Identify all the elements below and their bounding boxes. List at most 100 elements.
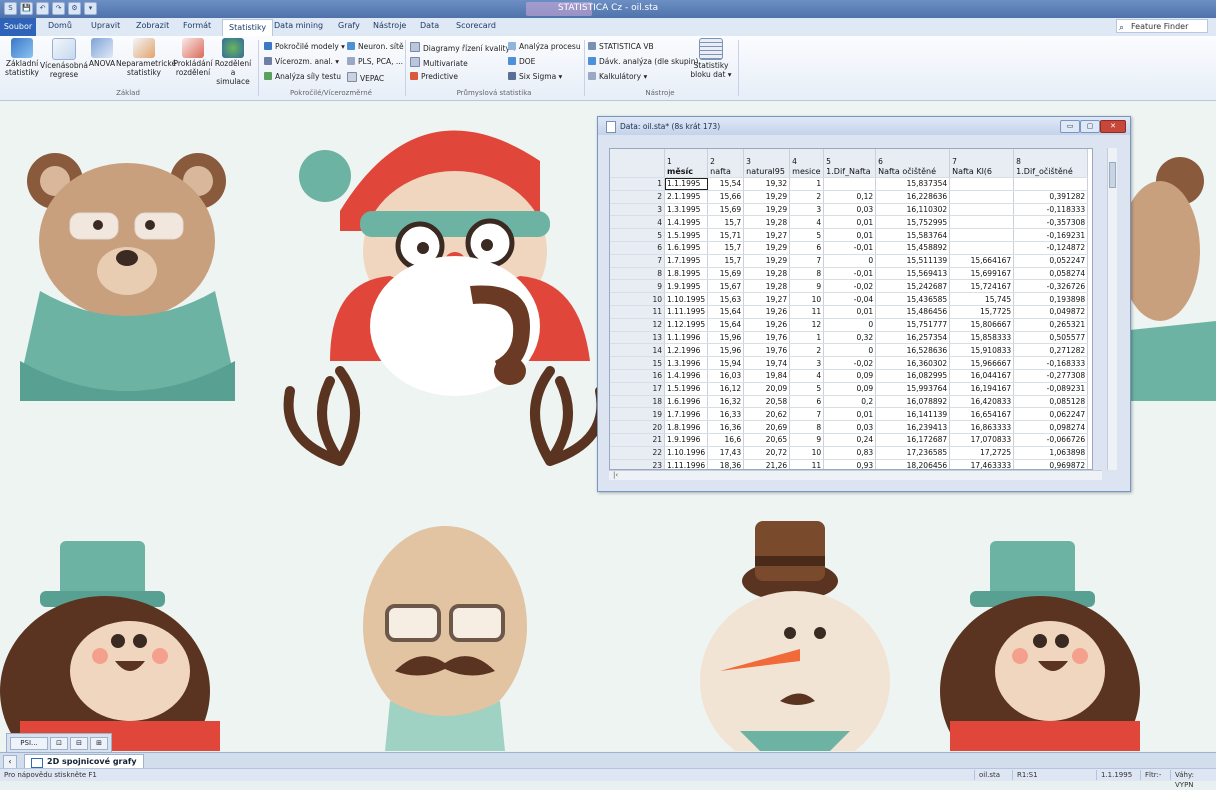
- table-cell[interactable]: 17,463333: [949, 459, 1015, 469]
- row-header[interactable]: 12: [610, 318, 665, 332]
- vertical-scroll-thumb[interactable]: [1109, 162, 1116, 188]
- table-cell[interactable]: 16,33: [707, 407, 745, 422]
- table-cell[interactable]: 0,085128: [1013, 395, 1089, 409]
- row-header[interactable]: 18: [610, 395, 665, 409]
- table-cell[interactable]: 17,070833: [949, 433, 1015, 447]
- row-header[interactable]: 15: [610, 356, 665, 370]
- table-cell[interactable]: 15,96: [707, 343, 745, 358]
- table-cell[interactable]: 0,09: [823, 382, 877, 396]
- table-cell[interactable]: 0,03: [823, 420, 877, 434]
- row-header[interactable]: 19: [610, 407, 665, 422]
- statistica-vb-button[interactable]: STATISTICA VB: [588, 42, 654, 52]
- table-cell[interactable]: 15,242687: [875, 279, 951, 294]
- tab-data-mining[interactable]: Data mining: [274, 21, 323, 30]
- table-cell[interactable]: 5: [789, 382, 825, 396]
- table-cell[interactable]: 10: [789, 446, 825, 460]
- table-cell[interactable]: 19,26: [743, 305, 791, 319]
- table-cell[interactable]: 16,528636: [875, 343, 951, 358]
- table-cell[interactable]: 0,01: [823, 305, 877, 319]
- table-cell[interactable]: -0,089231: [1013, 382, 1089, 396]
- tab-domu[interactable]: Domů: [48, 21, 72, 30]
- process-analysis-button[interactable]: Analýza procesu: [508, 42, 581, 52]
- tab-scorecard[interactable]: Scorecard: [456, 21, 496, 30]
- table-cell[interactable]: 1.4.1996: [664, 369, 709, 383]
- table-cell[interactable]: 8: [789, 267, 825, 281]
- table-cell[interactable]: 1.2.1996: [664, 343, 709, 358]
- tab-soubor[interactable]: Soubor: [0, 18, 36, 36]
- table-cell[interactable]: 1: [789, 177, 825, 191]
- table-cell[interactable]: 20,09: [743, 382, 791, 396]
- table-cell[interactable]: 15,751777: [875, 318, 951, 332]
- multiple-regression-button[interactable]: Vícenásobná regrese: [40, 38, 88, 79]
- table-cell[interactable]: -0,02: [823, 279, 877, 294]
- tab-zobrazit[interactable]: Zobrazit: [136, 21, 169, 30]
- table-cell[interactable]: 1.8.1995: [664, 267, 709, 281]
- table-cell[interactable]: 19,74: [743, 356, 791, 370]
- minimize-button[interactable]: ▭: [1060, 120, 1080, 133]
- row-header[interactable]: 14: [610, 343, 665, 358]
- table-cell[interactable]: 19,28: [743, 215, 791, 230]
- table-cell[interactable]: 15,724167: [949, 279, 1015, 294]
- table-cell[interactable]: 15,569413: [875, 267, 951, 281]
- table-cell[interactable]: 16,36: [707, 420, 745, 434]
- table-cell[interactable]: 15,94: [707, 356, 745, 370]
- table-cell[interactable]: 0,24: [823, 433, 877, 447]
- table-cell[interactable]: 16,12: [707, 382, 745, 396]
- table-cell[interactable]: [949, 215, 1015, 230]
- table-cell[interactable]: 19,29: [743, 190, 791, 204]
- table-cell[interactable]: 16,082995: [875, 369, 951, 383]
- table-cell[interactable]: 0,01: [823, 407, 877, 422]
- table-cell[interactable]: 7: [789, 407, 825, 422]
- table-cell[interactable]: [949, 190, 1015, 204]
- table-cell[interactable]: 15,966667: [949, 356, 1015, 370]
- table-cell[interactable]: 0,83: [823, 446, 877, 460]
- table-cell[interactable]: 0,03: [823, 203, 877, 217]
- table-cell[interactable]: -0,168333: [1013, 356, 1089, 370]
- table-cell[interactable]: 1.5.1996: [664, 382, 709, 396]
- basic-statistics-button[interactable]: Základní statistiky: [2, 38, 42, 77]
- doe-button[interactable]: DOE: [508, 57, 535, 67]
- row-header[interactable]: 17: [610, 382, 665, 396]
- block-statistics-button[interactable]: Statistiky bloku dat ▾: [688, 38, 734, 79]
- batch-analysis-button[interactable]: Dávk. analýza (dle skupin): [588, 57, 698, 67]
- table-cell[interactable]: 15,664167: [949, 254, 1015, 268]
- table-cell[interactable]: 16,110302: [875, 203, 951, 217]
- table-cell[interactable]: 16,172687: [875, 433, 951, 447]
- table-cell[interactable]: 16,654167: [949, 407, 1015, 422]
- table-cell[interactable]: 15,458892: [875, 241, 951, 255]
- table-cell[interactable]: 0: [823, 254, 877, 268]
- row-header[interactable]: 5: [610, 228, 665, 242]
- power-analysis-button[interactable]: Analýza síly testu: [264, 72, 341, 82]
- table-cell[interactable]: 21,26: [743, 459, 791, 469]
- table-cell[interactable]: 19,28: [743, 279, 791, 294]
- row-header[interactable]: 11: [610, 305, 665, 319]
- table-cell[interactable]: 15,511139: [875, 254, 951, 268]
- column-header[interactable]: 3 natural95: [743, 149, 791, 178]
- table-cell[interactable]: 2: [789, 343, 825, 358]
- column-header[interactable]: 6 Nafta očištěné: [875, 149, 951, 178]
- column-header[interactable]: 8 1.Dif_očištěné: [1013, 149, 1089, 178]
- table-cell[interactable]: 19,29: [743, 254, 791, 268]
- table-cell[interactable]: 16,194167: [949, 382, 1015, 396]
- table-cell[interactable]: 1.7.1996: [664, 407, 709, 422]
- maximize-button[interactable]: ▢: [1080, 120, 1100, 133]
- table-cell[interactable]: 9: [789, 433, 825, 447]
- tab-nastroje[interactable]: Nástroje: [373, 21, 406, 30]
- row-header[interactable]: 16: [610, 369, 665, 383]
- quality-control-charts-menu[interactable]: Diagramy řízení kvality ▾: [410, 42, 516, 54]
- table-cell[interactable]: 19,76: [743, 343, 791, 358]
- minimize-icon[interactable]: ⊟: [70, 737, 88, 750]
- table-cell[interactable]: 3: [789, 203, 825, 217]
- vertical-scrollbar[interactable]: [1107, 148, 1117, 470]
- table-cell[interactable]: 8: [789, 420, 825, 434]
- row-header[interactable]: 21: [610, 433, 665, 447]
- table-cell[interactable]: 15,699167: [949, 267, 1015, 281]
- table-cell[interactable]: 0,505577: [1013, 331, 1089, 345]
- table-cell[interactable]: 10: [789, 292, 825, 306]
- tab-grafy[interactable]: Grafy: [338, 21, 360, 30]
- table-cell[interactable]: 1,063898: [1013, 446, 1089, 460]
- table-cell[interactable]: 1: [789, 331, 825, 345]
- row-header[interactable]: 8: [610, 267, 665, 281]
- table-cell[interactable]: -0,066726: [1013, 433, 1089, 447]
- column-header[interactable]: 4 mesice: [789, 149, 825, 178]
